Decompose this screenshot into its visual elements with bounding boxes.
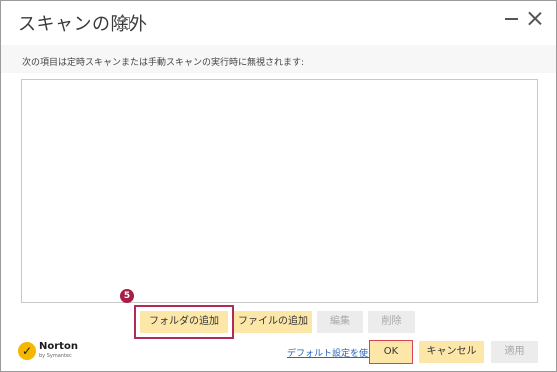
edit-button[interactable]: 編集 [317, 311, 363, 333]
ok-button[interactable]: OK [370, 341, 412, 363]
exclusion-list[interactable] [21, 79, 538, 303]
minimize-icon[interactable] [502, 9, 522, 29]
description-text: 次の項目は定時スキャンまたは手動スキャンの実行時に無視されます: [22, 58, 305, 68]
delete-button[interactable]: 削除 [368, 311, 415, 333]
use-default-settings-link[interactable]: デフォルト設定を使う [287, 346, 377, 359]
close-icon[interactable] [525, 9, 545, 29]
help-icon[interactable]: ? [118, 17, 130, 29]
description-bar: 次の項目は定時スキャンまたは手動スキャンの実行時に無視されます: [1, 45, 556, 73]
logo-subtitle: by Symantec [39, 353, 72, 359]
step-badge: 5 [120, 289, 134, 303]
apply-button[interactable]: 適用 [491, 341, 538, 363]
add-folder-button[interactable]: フォルダの追加 [140, 311, 228, 333]
cancel-button[interactable]: キャンセル [419, 341, 484, 363]
logo-name: Norton [39, 341, 78, 352]
title-bar: スキャンの除外 ? [1, 1, 556, 45]
add-file-button[interactable]: ファイルの追加 [234, 311, 312, 333]
checkmark-icon: ✓ [18, 342, 36, 360]
norton-logo: ✓ Norton by Symantec [18, 340, 78, 362]
scan-exclusions-dialog: スキャンの除外 ? 次の項目は定時スキャンまたは手動スキャンの実行時に無視されま… [0, 0, 557, 372]
